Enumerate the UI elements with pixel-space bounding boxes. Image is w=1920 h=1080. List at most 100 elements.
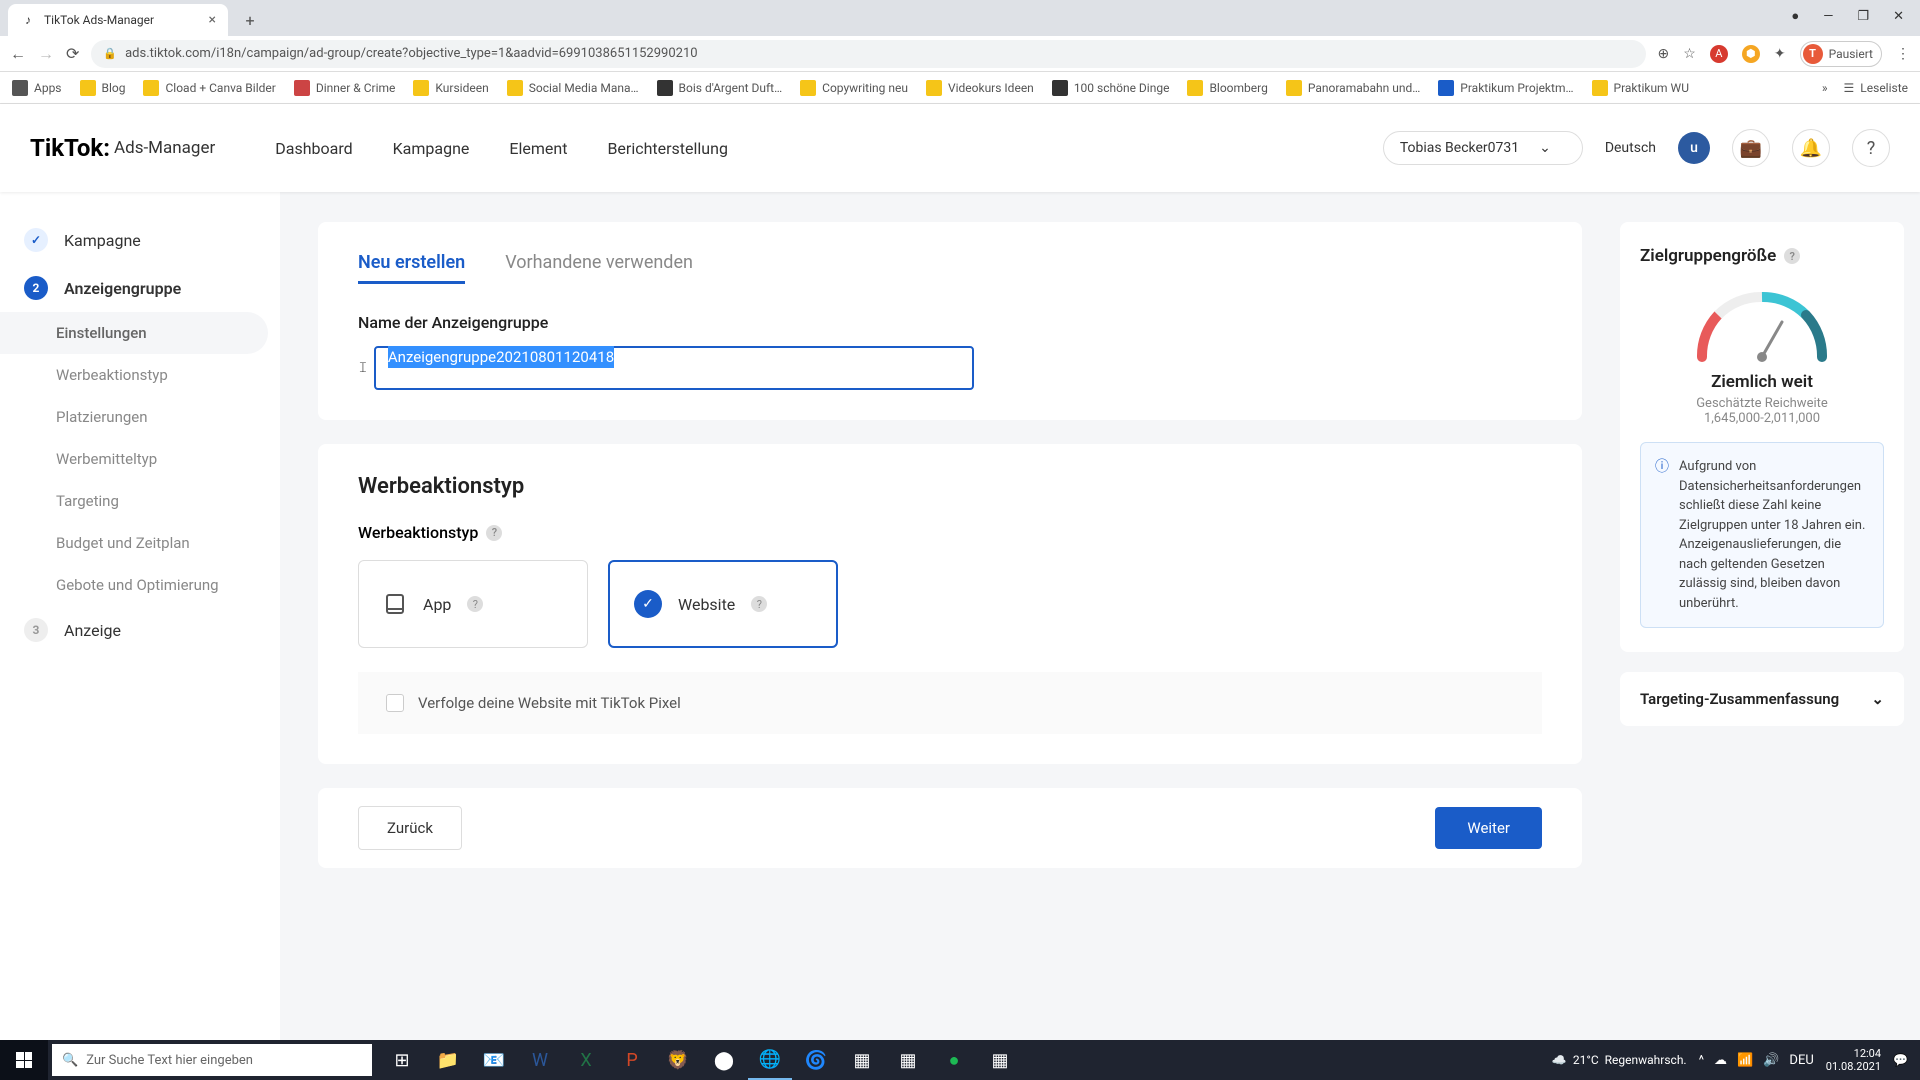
reload-icon[interactable]: ⟳ [66,44,79,63]
bell-icon[interactable]: 🔔 [1792,129,1830,167]
close-window-icon[interactable]: ✕ [1893,9,1904,24]
substep-werbeaktionstyp[interactable]: Werbeaktionstyp [0,354,280,396]
step-number-icon: 2 [24,276,48,300]
info-circle-icon: ⓘ [1655,457,1669,613]
notifications-icon[interactable]: 💬 [1893,1053,1908,1067]
bookmark-100[interactable]: 100 schöne Dinge [1052,80,1170,96]
taskbar-clock[interactable]: 12:04 01.08.2021 [1826,1047,1881,1073]
substep-targeting[interactable]: Targeting [0,480,280,522]
app2-icon[interactable]: ▦ [886,1040,930,1080]
back-button[interactable]: Zurück [358,806,462,850]
zoom-icon[interactable]: ⊕ [1658,46,1670,62]
substep-budget[interactable]: Budget und Zeitplan [0,522,280,564]
language-indicator[interactable]: DEU [1789,1053,1813,1068]
taskview-icon[interactable]: ⊞ [380,1040,424,1080]
app-icon[interactable]: ▦ [840,1040,884,1080]
pixel-checkbox-row[interactable]: Verfolge deine Website mit TikTok Pixel [358,672,1542,734]
next-button[interactable]: Weiter [1435,807,1542,849]
main-content: Neu erstellen Vorhandene verwenden Name … [280,192,1620,1040]
forward-icon: → [38,44,54,64]
start-button[interactable] [0,1040,48,1080]
bookmark-bois[interactable]: Bois d'Argent Duft… [657,80,783,96]
create-tabs: Neu erstellen Vorhandene verwenden [358,252,1542,285]
nav-bericht[interactable]: Berichterstellung [607,139,728,158]
bookmark-dinner[interactable]: Dinner & Crime [294,80,396,96]
app-body: ✓ Kampagne 2 Anzeigengruppe Einstellunge… [0,192,1920,1040]
tray-up-icon[interactable]: ^ [1699,1053,1704,1068]
obs-icon[interactable]: ⬤ [702,1040,746,1080]
back-icon[interactable]: ← [10,44,26,64]
checkbox-icon[interactable] [386,694,404,712]
extension-abp-icon[interactable]: A [1710,45,1728,63]
star-icon[interactable]: ☆ [1683,46,1696,62]
adgroup-name-input[interactable]: Anzeigengruppe20210801120418 [374,346,974,390]
bookmark-kursideen[interactable]: Kursideen [413,80,488,96]
minimize-icon[interactable]: — [1823,9,1833,24]
nav-element[interactable]: Element [509,139,567,158]
info-icon[interactable]: ? [1784,248,1800,264]
bookmark-cload[interactable]: Cload + Canva Bilder [143,80,275,96]
extension-icon[interactable]: ⬢ [1742,45,1760,63]
targeting-summary-card[interactable]: Targeting-Zusammenfassung ⌄ [1620,672,1904,726]
wifi-icon[interactable]: 📶 [1737,1053,1753,1068]
edge-icon[interactable]: 🌀 [794,1040,838,1080]
bookmark-praktikum2[interactable]: Praktikum WU [1592,80,1689,96]
word-icon[interactable]: W [518,1040,562,1080]
maximize-icon[interactable]: ❐ [1857,9,1869,24]
browser-tab[interactable]: ♪ TikTok Ads-Manager × [8,4,228,36]
nav-kampagne[interactable]: Kampagne [393,139,470,158]
info-icon[interactable]: ? [467,596,483,612]
close-tab-icon[interactable]: × [209,12,216,28]
weather-widget[interactable]: ☁️ 21°C Regenwahrsch. [1552,1053,1687,1067]
tab-vorhandene[interactable]: Vorhandene verwenden [505,252,693,284]
bookmark-video[interactable]: Videokurs Ideen [926,80,1034,96]
nav-dashboard[interactable]: Dashboard [275,139,352,158]
spotify-icon[interactable]: ● [932,1040,976,1080]
tab-neu-erstellen[interactable]: Neu erstellen [358,252,465,284]
brave-icon[interactable]: 🦁 [656,1040,700,1080]
info-icon[interactable]: ? [751,596,767,612]
briefcase-icon[interactable]: 💼 [1732,129,1770,167]
help-icon[interactable]: ? [1852,129,1890,167]
step-anzeige[interactable]: 3 Anzeige [0,606,280,654]
substep-gebote[interactable]: Gebote und Optimierung [0,564,280,606]
bookmark-social[interactable]: Social Media Mana… [507,80,639,96]
bookmark-overflow-icon[interactable]: » [1822,81,1828,95]
excel-icon[interactable]: X [564,1040,608,1080]
bookmark-panorama[interactable]: Panoramabahn und… [1286,80,1420,96]
info-icon[interactable]: ? [486,525,502,541]
user-avatar[interactable]: u [1678,132,1710,164]
substep-werbemitteltyp[interactable]: Werbemitteltyp [0,438,280,480]
reading-list[interactable]: ☰Leseliste [1844,81,1908,95]
bookmark-praktikum1[interactable]: Praktikum Projektm… [1438,80,1573,96]
name-card: Neu erstellen Vorhandene verwenden Name … [318,222,1582,420]
substep-einstellungen[interactable]: Einstellungen [0,312,268,354]
app3-icon[interactable]: ▦ [978,1040,1022,1080]
step-anzeigengruppe[interactable]: 2 Anzeigengruppe [0,264,280,312]
url-bar[interactable]: 🔒 ads.tiktok.com/i18n/campaign/ad-group/… [91,40,1645,68]
volume-icon[interactable]: 🔊 [1763,1053,1779,1068]
option-website[interactable]: ✓ Website ? [608,560,838,648]
chrome-icon[interactable]: 🌐 [748,1040,792,1080]
substep-platzierungen[interactable]: Platzierungen [0,396,280,438]
profile-chip[interactable]: T Pausiert [1800,41,1882,67]
option-app[interactable]: App ? [358,560,588,648]
extensions-puzzle-icon[interactable]: ✦ [1774,46,1786,62]
bookmark-blog[interactable]: Blog [80,80,126,96]
taskbar-search[interactable]: 🔍 Zur Suche Text hier eingeben [52,1044,372,1076]
explorer-icon[interactable]: 📁 [426,1040,470,1080]
step-kampagne[interactable]: ✓ Kampagne [0,216,280,264]
menu-icon[interactable]: ⋮ [1896,46,1910,62]
logo[interactable]: TikTok: Ads-Manager [30,134,215,162]
powerpoint-icon[interactable]: P [610,1040,654,1080]
onedrive-icon[interactable]: ☁ [1714,1053,1727,1068]
account-dropdown[interactable]: Tobias Becker0731 ⌄ [1383,131,1583,165]
bookmark-copy[interactable]: Copywriting neu [800,80,908,96]
account-dot-icon[interactable]: ● [1791,8,1799,24]
new-tab-button[interactable]: + [236,6,264,34]
language-selector[interactable]: Deutsch [1605,140,1656,156]
bookmark-apps[interactable]: Apps [12,80,62,96]
weather-text: Regenwahrsch. [1605,1053,1687,1067]
bookmark-bloomberg[interactable]: Bloomberg [1187,80,1267,96]
mail-icon[interactable]: 📧 [472,1040,516,1080]
